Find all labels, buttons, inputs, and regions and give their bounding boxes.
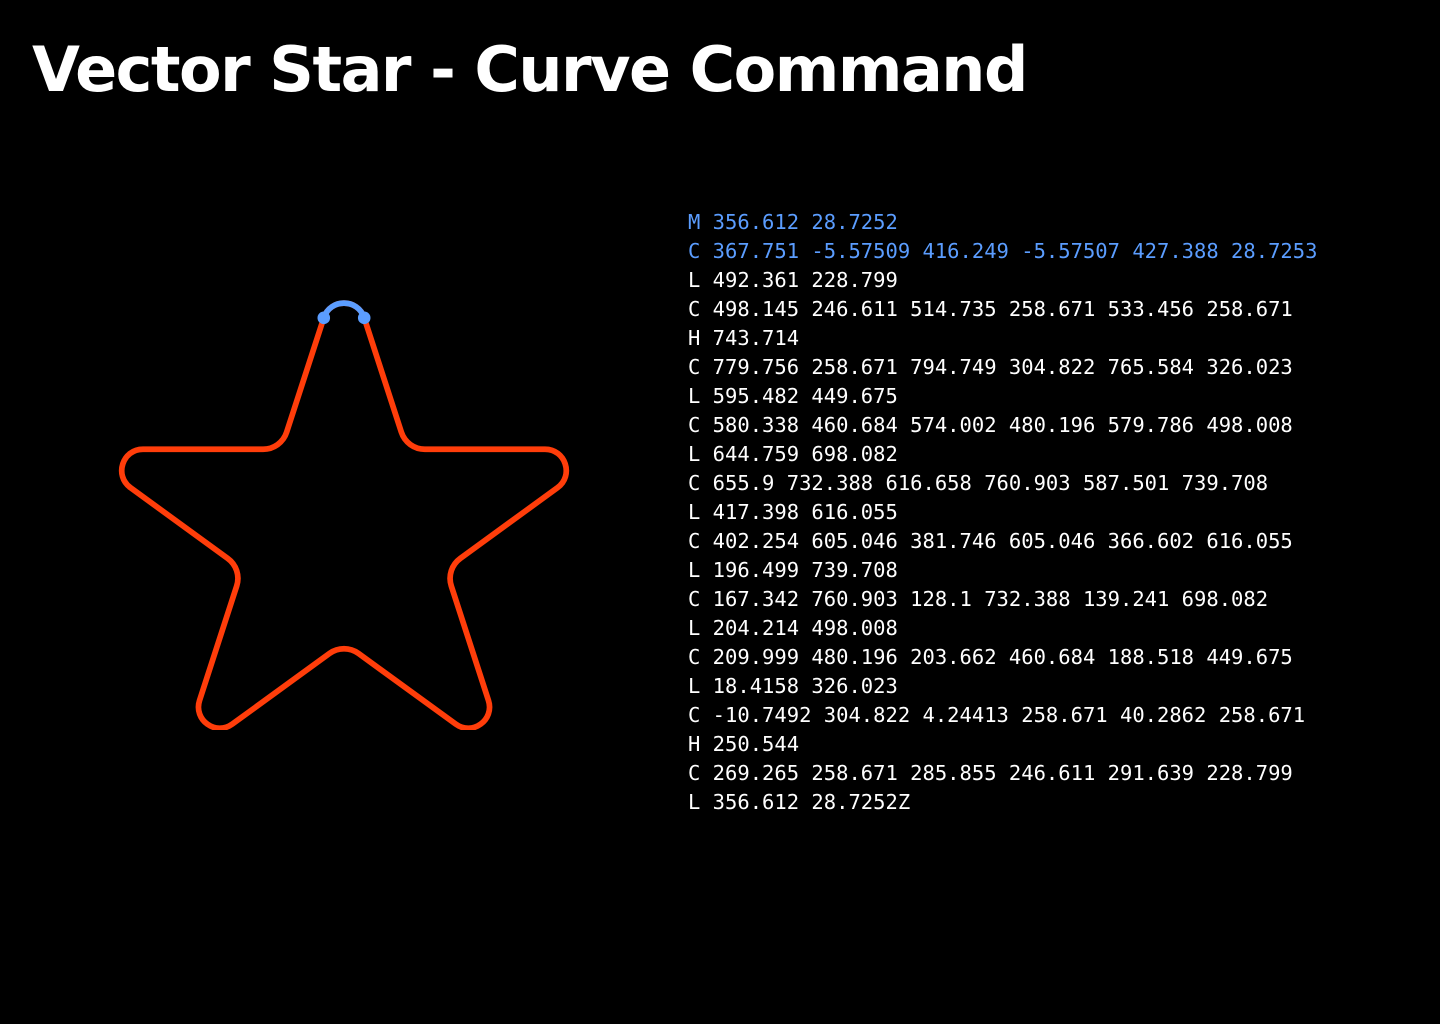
path-command-line: C 498.145 246.611 514.735 258.671 533.45…	[688, 297, 1293, 321]
path-command-line: C 367.751 -5.57509 416.249 -5.57507 427.…	[688, 239, 1318, 263]
path-command-list: M 356.612 28.7252 C 367.751 -5.57509 416.…	[688, 208, 1317, 817]
curve-end-point	[357, 311, 371, 325]
highlighted-curve-segment	[320, 300, 368, 321]
path-command-line: C -10.7492 304.822 4.24413 258.671 40.28…	[688, 703, 1306, 727]
path-command-line: C 655.9 732.388 616.658 760.903 587.501 …	[688, 471, 1269, 495]
path-command-line: C 209.999 480.196 203.662 460.684 188.51…	[688, 645, 1293, 669]
page: Vector Star - Curve Command M 356.612 28…	[0, 0, 1440, 1024]
path-command-line: C 402.254 605.046 381.746 605.046 366.60…	[688, 529, 1293, 553]
path-command-line: H 250.544	[688, 732, 800, 756]
star-figure	[118, 300, 570, 730]
path-command-line: H 743.714	[688, 326, 800, 350]
curve-start-point	[317, 311, 331, 325]
page-title: Vector Star - Curve Command	[32, 33, 1028, 106]
path-command-line: C 167.342 760.903 128.1 732.388 139.241 …	[688, 587, 1269, 611]
path-command-line: C 269.265 258.671 285.855 246.611 291.63…	[688, 761, 1293, 785]
path-command-line: L 595.482 449.675	[688, 384, 898, 408]
path-command-line: C 580.338 460.684 574.002 480.196 579.78…	[688, 413, 1293, 437]
star-outline	[118, 300, 570, 730]
path-command-line: L 644.759 698.082	[688, 442, 898, 466]
path-command-line: L 356.612 28.7252Z	[688, 790, 911, 814]
path-command-line: L 492.361 228.799	[688, 268, 898, 292]
path-command-line: M 356.612 28.7252	[688, 210, 898, 234]
path-command-line: L 417.398 616.055	[688, 500, 898, 524]
path-command-line: C 779.756 258.671 794.749 304.822 765.58…	[688, 355, 1293, 379]
path-command-line: L 204.214 498.008	[688, 616, 898, 640]
path-command-line: L 18.4158 326.023	[688, 674, 898, 698]
path-command-line: L 196.499 739.708	[688, 558, 898, 582]
